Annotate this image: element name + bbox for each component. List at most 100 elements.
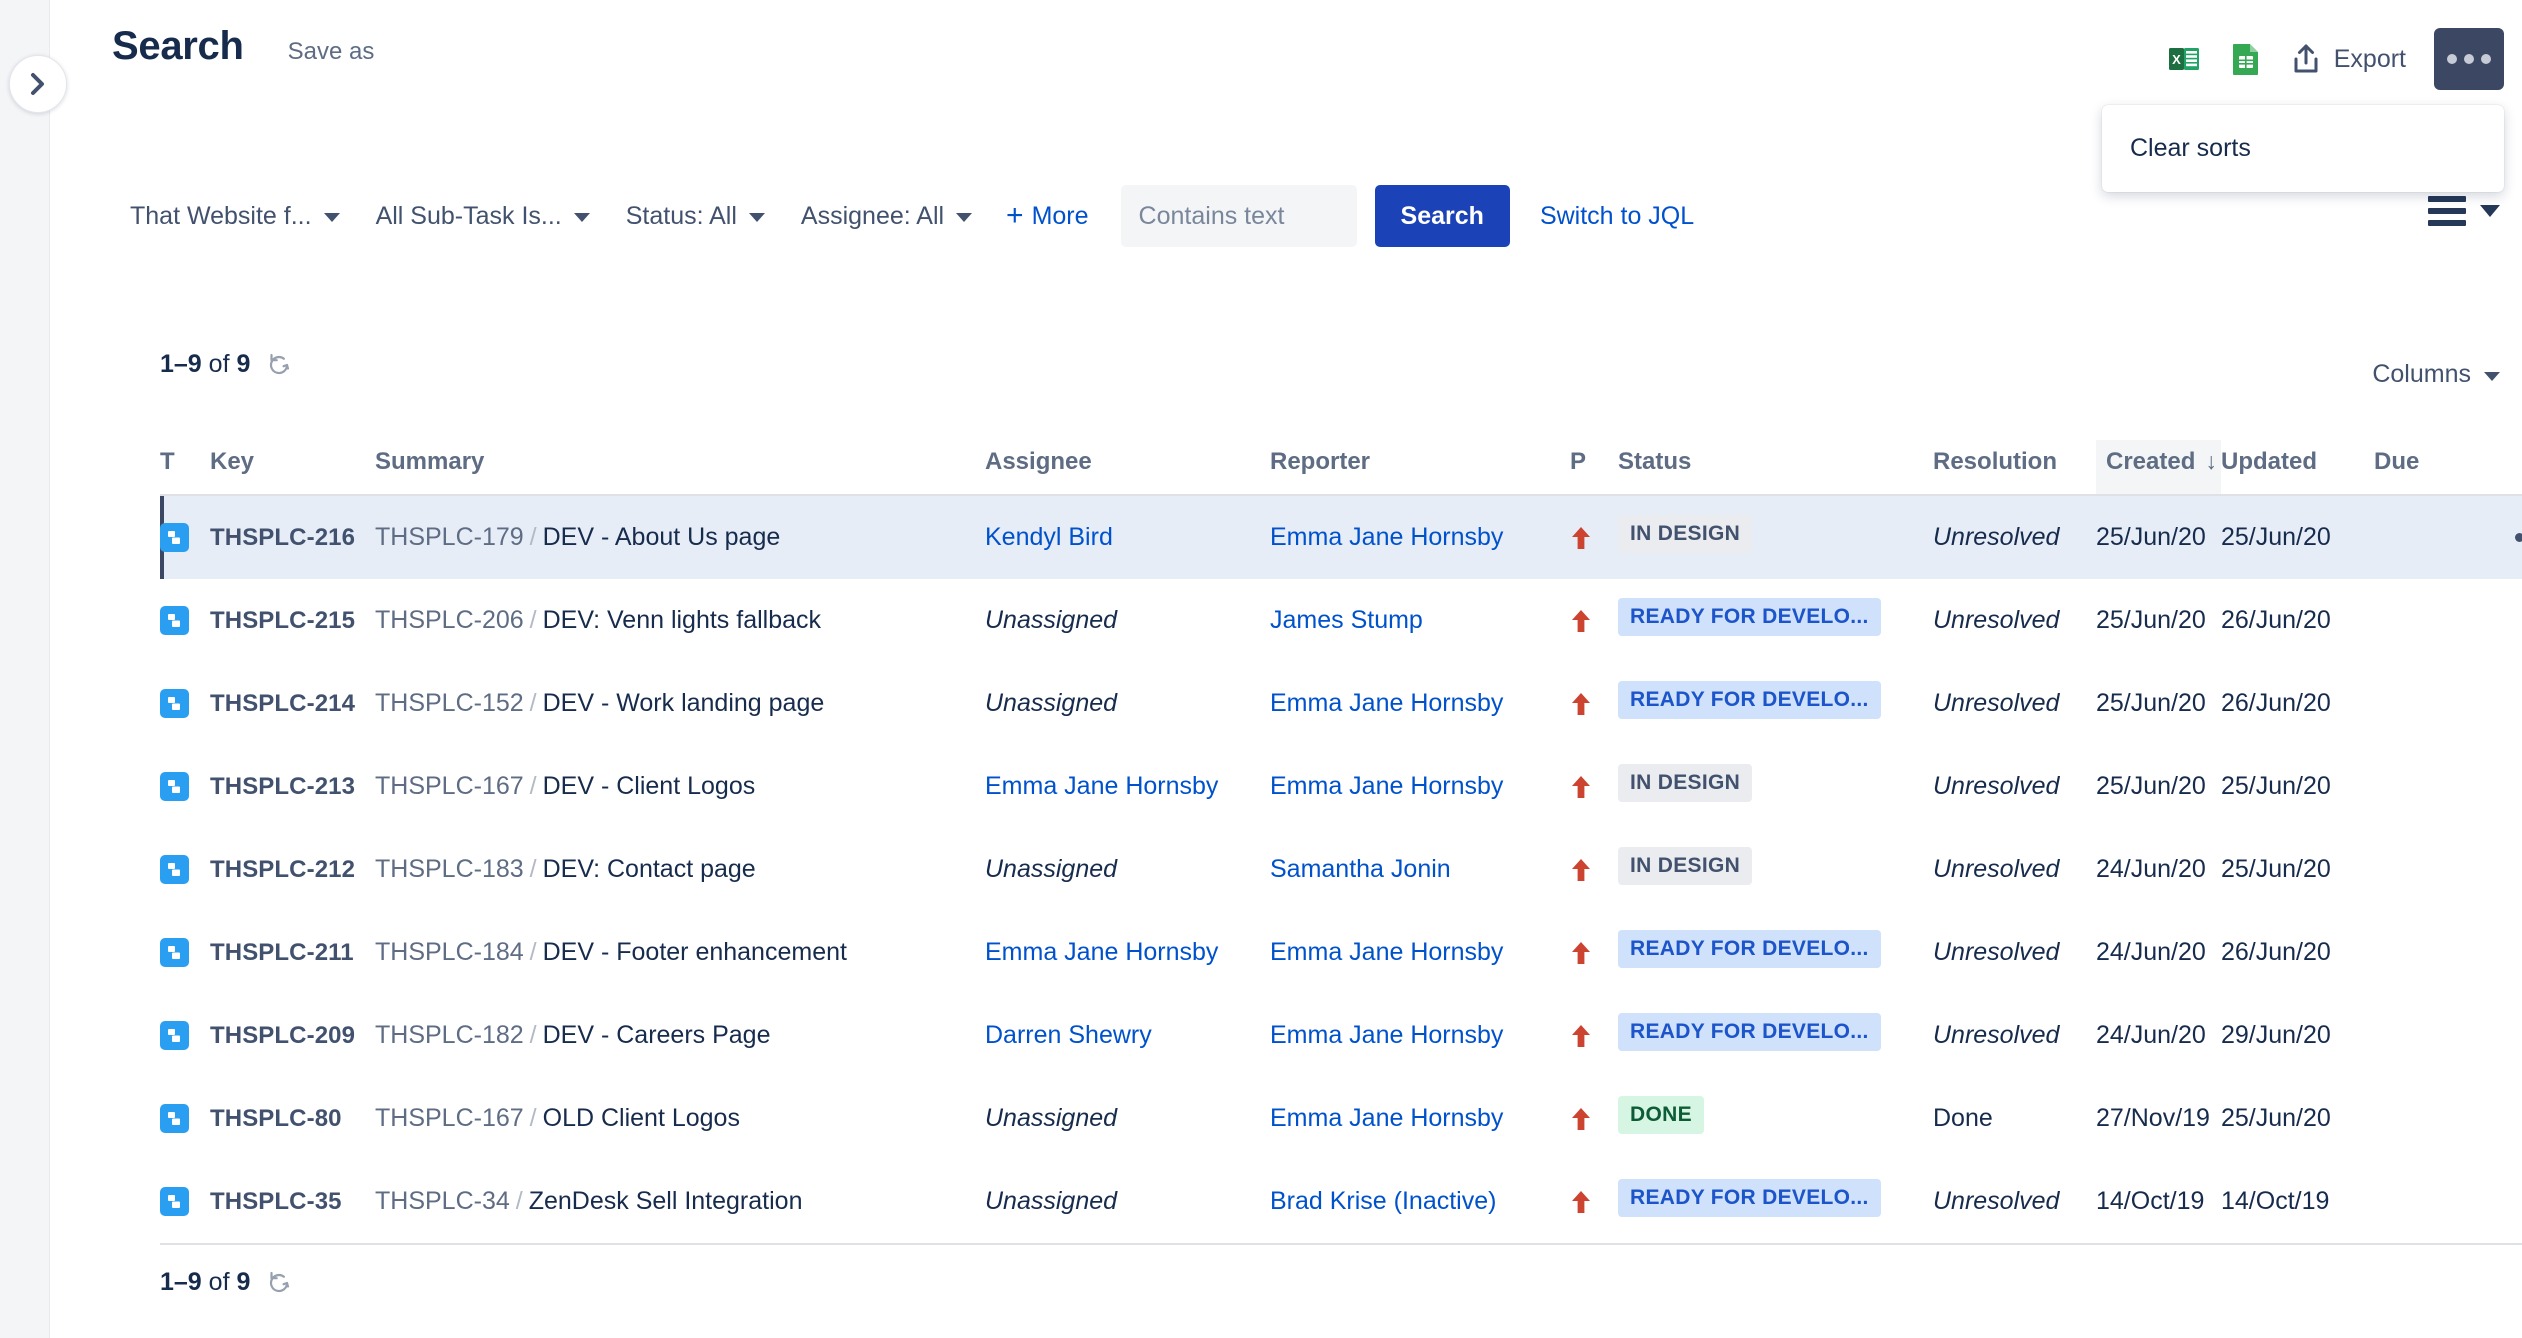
parent-issue-link[interactable]: THSPLC-183: [375, 855, 524, 883]
column-header-due[interactable]: Due: [2374, 440, 2470, 495]
type-filter[interactable]: All Sub-Task Is...: [358, 192, 608, 241]
table-row[interactable]: THSPLC-35THSPLC-34/ZenDesk Sell Integrat…: [160, 1160, 2522, 1244]
parent-issue-link[interactable]: THSPLC-152: [375, 689, 524, 717]
issue-summary-link[interactable]: DEV - About Us page: [543, 523, 781, 551]
issue-key-link[interactable]: THSPLC-209: [210, 1022, 355, 1049]
more-options-button[interactable]: [2434, 28, 2504, 90]
issue-key-link[interactable]: THSPLC-214: [210, 690, 355, 717]
cell-assignee: Kendyl Bird: [985, 495, 1270, 579]
reporter-link[interactable]: Brad Krise (Inactive): [1270, 1187, 1496, 1215]
reporter-link[interactable]: Emma Jane Hornsby: [1270, 772, 1503, 800]
export-excel-button[interactable]: X: [2153, 28, 2215, 90]
issue-key-link[interactable]: THSPLC-80: [210, 1105, 342, 1132]
assignee-link[interactable]: Darren Shewry: [985, 1021, 1152, 1049]
subtask-icon: [160, 1187, 189, 1216]
parent-issue-link[interactable]: THSPLC-182: [375, 1021, 524, 1049]
table-row[interactable]: THSPLC-213THSPLC-167/DEV - Client LogosE…: [160, 745, 2522, 828]
assignee-link[interactable]: Emma Jane Hornsby: [985, 772, 1218, 800]
issue-key-link[interactable]: THSPLC-216: [210, 524, 355, 551]
issue-summary-link[interactable]: DEV - Footer enhancement: [543, 938, 847, 966]
issue-summary-link[interactable]: DEV - Client Logos: [543, 772, 756, 800]
column-header-status[interactable]: Status: [1618, 440, 1933, 495]
assignee-filter-label: Assignee: All: [801, 202, 944, 231]
status-badge[interactable]: IN DESIGN: [1618, 847, 1752, 885]
issue-summary-link[interactable]: DEV: Venn lights fallback: [543, 606, 821, 634]
column-header-assignee[interactable]: Assignee: [985, 440, 1270, 495]
cell-type: [160, 1077, 210, 1160]
project-filter[interactable]: That Website f...: [112, 192, 358, 241]
status-badge[interactable]: READY FOR DEVELO...: [1618, 1013, 1881, 1051]
view-layout-switcher[interactable]: [2428, 196, 2500, 226]
table-row[interactable]: THSPLC-209THSPLC-182/DEV - Careers PageD…: [160, 994, 2522, 1077]
column-header-updated[interactable]: Updated: [2221, 440, 2374, 495]
table-row[interactable]: THSPLC-211THSPLC-184/DEV - Footer enhanc…: [160, 911, 2522, 994]
issue-summary-link[interactable]: DEV - Careers Page: [543, 1021, 771, 1049]
status-filter[interactable]: Status: All: [608, 192, 783, 241]
column-header-type[interactable]: T: [160, 440, 210, 495]
refresh-icon[interactable]: [266, 352, 292, 378]
issue-summary-link[interactable]: DEV: Contact page: [543, 855, 756, 883]
column-header-reporter[interactable]: Reporter: [1270, 440, 1570, 495]
cell-reporter: Emma Jane Hornsby: [1270, 1077, 1570, 1160]
switch-to-jql-link[interactable]: Switch to JQL: [1540, 202, 1694, 231]
contains-text-input[interactable]: [1121, 185, 1357, 247]
export-button[interactable]: Export: [2277, 28, 2422, 90]
export-google-sheets-button[interactable]: [2215, 28, 2277, 90]
issue-key-link[interactable]: THSPLC-35: [210, 1188, 342, 1215]
assignee-link[interactable]: Kendyl Bird: [985, 523, 1113, 551]
column-header-priority[interactable]: P: [1570, 440, 1618, 495]
table-row[interactable]: THSPLC-215THSPLC-206/DEV: Venn lights fa…: [160, 579, 2522, 662]
cell-created: 24/Jun/20: [2096, 911, 2221, 994]
parent-issue-link[interactable]: THSPLC-179: [375, 523, 524, 551]
share-export-icon: [2291, 43, 2321, 75]
issue-key-link[interactable]: THSPLC-213: [210, 773, 355, 800]
reporter-link[interactable]: James Stump: [1270, 606, 1423, 634]
column-header-key[interactable]: Key: [210, 440, 375, 495]
assignee-link[interactable]: Emma Jane Hornsby: [985, 938, 1218, 966]
status-badge[interactable]: IN DESIGN: [1618, 764, 1752, 802]
reporter-link[interactable]: Emma Jane Hornsby: [1270, 1104, 1503, 1132]
expand-sidebar-button[interactable]: [9, 55, 67, 113]
status-badge[interactable]: READY FOR DEVELO...: [1618, 930, 1881, 968]
issue-summary-link[interactable]: DEV - Work landing page: [543, 689, 825, 717]
table-row[interactable]: THSPLC-216THSPLC-179/DEV - About Us page…: [160, 495, 2522, 579]
search-button[interactable]: Search: [1375, 185, 1510, 247]
menu-item-clear-sorts[interactable]: Clear sorts: [2102, 119, 2504, 178]
column-header-resolution[interactable]: Resolution: [1933, 440, 2096, 495]
parent-issue-link[interactable]: THSPLC-184: [375, 938, 524, 966]
table-row[interactable]: THSPLC-214THSPLC-152/DEV - Work landing …: [160, 662, 2522, 745]
issue-key-link[interactable]: THSPLC-212: [210, 856, 355, 883]
columns-button[interactable]: Columns: [2372, 360, 2500, 389]
status-badge[interactable]: READY FOR DEVELO...: [1618, 681, 1881, 719]
parent-issue-link[interactable]: THSPLC-167: [375, 772, 524, 800]
column-header-summary[interactable]: Summary: [375, 440, 985, 495]
table-row[interactable]: THSPLC-80THSPLC-167/OLD Client LogosUnas…: [160, 1077, 2522, 1160]
status-badge[interactable]: DONE: [1618, 1096, 1704, 1134]
reporter-link[interactable]: Emma Jane Hornsby: [1270, 689, 1503, 717]
parent-issue-link[interactable]: THSPLC-34: [375, 1187, 510, 1215]
status-badge[interactable]: READY FOR DEVELO...: [1618, 598, 1881, 636]
status-badge[interactable]: READY FOR DEVELO...: [1618, 1179, 1881, 1217]
save-as-button[interactable]: Save as: [288, 38, 375, 66]
assignee-filter[interactable]: Assignee: All: [783, 192, 990, 241]
issue-key-link[interactable]: THSPLC-215: [210, 607, 355, 634]
reporter-link[interactable]: Emma Jane Hornsby: [1270, 1021, 1503, 1049]
table-row[interactable]: THSPLC-212THSPLC-183/DEV: Contact pageUn…: [160, 828, 2522, 911]
column-header-created[interactable]: Created↓: [2096, 440, 2221, 495]
more-filters-button[interactable]: + More: [990, 191, 1105, 241]
refresh-icon[interactable]: [266, 1270, 292, 1296]
issue-key-link[interactable]: THSPLC-211: [210, 939, 354, 966]
reporter-link[interactable]: Emma Jane Hornsby: [1270, 938, 1503, 966]
issue-summary-link[interactable]: ZenDesk Sell Integration: [529, 1187, 803, 1215]
reporter-link[interactable]: Emma Jane Hornsby: [1270, 523, 1503, 551]
reporter-link[interactable]: Samantha Jonin: [1270, 855, 1451, 883]
parent-issue-link[interactable]: THSPLC-206: [375, 606, 524, 634]
status-badge[interactable]: IN DESIGN: [1618, 515, 1752, 553]
cell-due: [2374, 911, 2470, 994]
cell-resolution: Unresolved: [1933, 579, 2096, 662]
issue-summary-link[interactable]: OLD Client Logos: [543, 1104, 740, 1132]
parent-issue-link[interactable]: THSPLC-167: [375, 1104, 524, 1132]
cell-key: THSPLC-80: [210, 1077, 375, 1160]
row-actions-button[interactable]: [2470, 533, 2522, 542]
cell-updated: 25/Jun/20: [2221, 495, 2374, 579]
